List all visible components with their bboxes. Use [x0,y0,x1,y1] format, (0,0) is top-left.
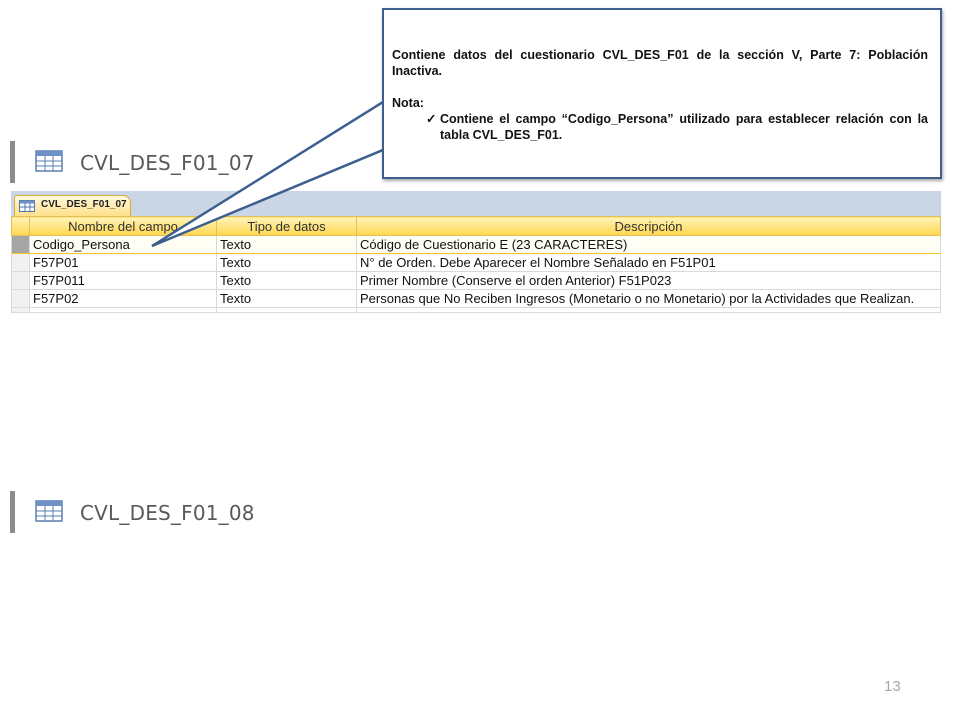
table-icon [35,150,63,172]
callout-text: Contiene datos del cuestionario CVL_DES_… [392,48,928,78]
column-header-field-name[interactable]: Nombre del campo [29,216,217,236]
table-icon [19,200,35,212]
description-cell[interactable]: Primer Nombre (Conserve el orden Anterio… [356,271,941,290]
field-name-cell[interactable]: F57P011 [29,271,217,290]
section-accent-bar [10,141,15,183]
callout-body: Contiene datos del cuestionario CVL_DES_… [392,47,928,143]
table-row[interactable]: F57P011 Texto Primer Nombre (Conserve el… [11,271,941,290]
section-title: CVL_DES_F01_07 [80,151,255,175]
field-name-cell[interactable]: Codigo_Persona [29,235,217,254]
document-tab[interactable]: CVL_DES_F01_07 [14,195,131,216]
grid-header-row: Nombre del campo Tipo de datos Descripci… [11,216,941,236]
description-cell[interactable]: Personas que No Reciben Ingresos (Moneta… [356,289,941,308]
field-name-cell[interactable] [29,307,217,313]
row-selector[interactable] [11,271,30,290]
row-selector[interactable] [11,235,30,254]
column-header-data-type[interactable]: Tipo de datos [216,216,357,236]
table-icon [35,500,63,522]
page-number: 13 [884,678,901,695]
data-type-cell[interactable]: Texto [216,289,357,308]
callout-note: Contiene datos del cuestionario CVL_DES_… [382,8,942,179]
field-grid: Nombre del campo Tipo de datos Descripci… [11,216,941,313]
description-cell[interactable] [356,307,941,313]
document-tab-strip: CVL_DES_F01_07 [11,191,941,217]
column-header-description[interactable]: Descripción [356,216,941,236]
row-selector-header[interactable] [11,216,30,236]
field-name-cell[interactable]: F57P02 [29,289,217,308]
data-type-cell[interactable] [216,307,357,313]
row-selector[interactable] [11,253,30,272]
field-name-cell[interactable]: F57P01 [29,253,217,272]
callout-bullet-text: Contiene el campo “Codigo_Persona” utili… [440,112,928,142]
section-accent-bar [10,491,15,533]
callout-bullet: ✓ Contiene el campo “Codigo_Persona” uti… [426,111,928,143]
check-icon: ✓ [426,112,437,126]
row-selector[interactable] [11,289,30,308]
data-type-cell[interactable]: Texto [216,253,357,272]
table-design-view: CVL_DES_F01_07 Nombre del campo Tipo de … [11,191,941,315]
row-selector[interactable] [11,307,30,313]
callout-note-label: Nota: [392,96,424,110]
table-row[interactable]: Codigo_Persona Texto Código de Cuestiona… [11,235,941,254]
description-cell[interactable]: Código de Cuestionario E (23 CARACTERES) [356,235,941,254]
description-cell[interactable]: N° de Orden. Debe Aparecer el Nombre Señ… [356,253,941,272]
section-title: CVL_DES_F01_08 [80,501,255,525]
table-row-empty[interactable] [11,307,941,313]
table-row[interactable]: F57P01 Texto N° de Orden. Debe Aparecer … [11,253,941,272]
data-type-cell[interactable]: Texto [216,235,357,254]
table-row[interactable]: F57P02 Texto Personas que No Reciben Ing… [11,289,941,308]
data-type-cell[interactable]: Texto [216,271,357,290]
tab-label: CVL_DES_F01_07 [41,199,127,210]
